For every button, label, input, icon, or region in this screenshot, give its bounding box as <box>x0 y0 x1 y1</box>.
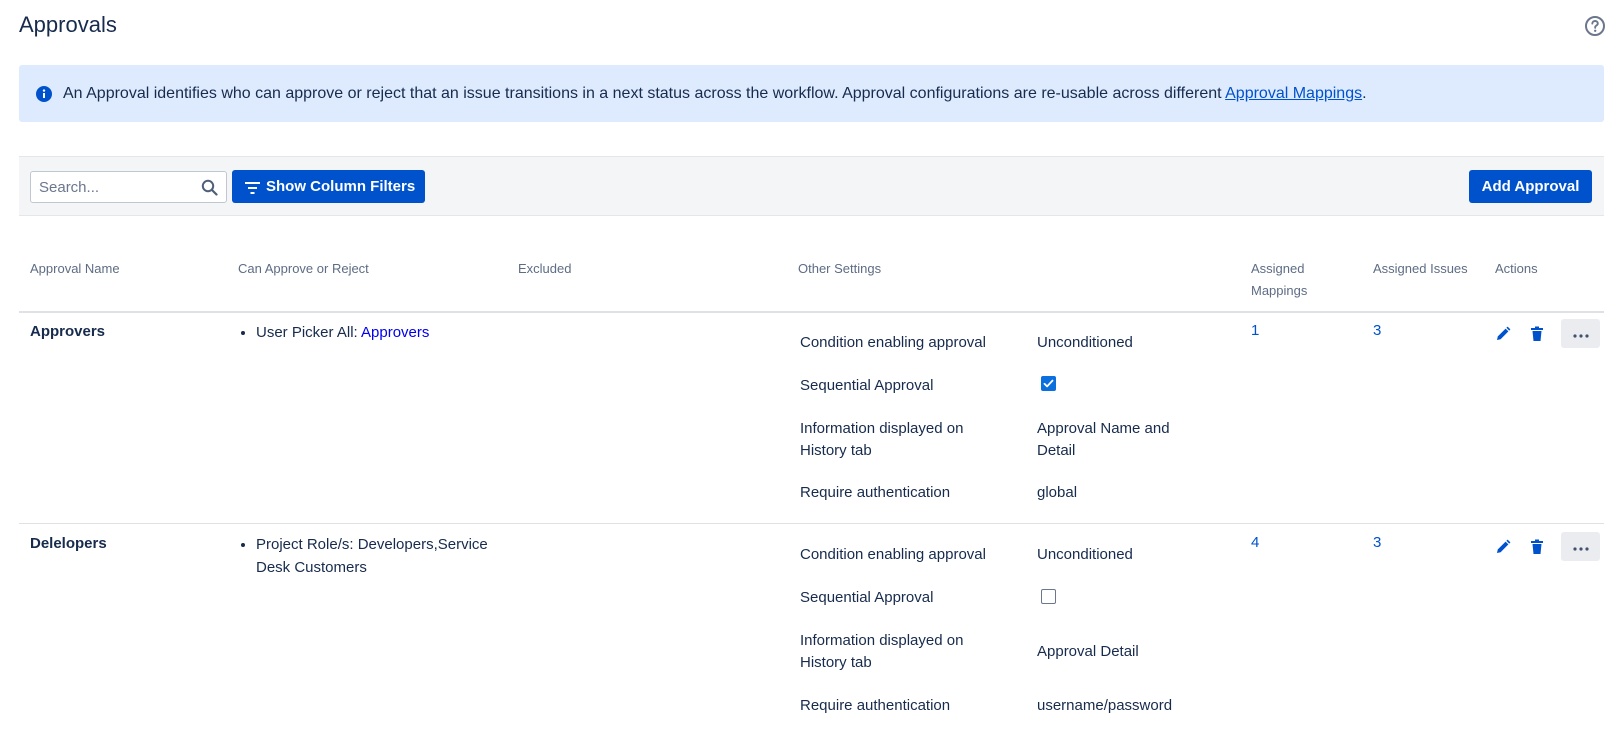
trash-icon[interactable] <box>1529 539 1545 555</box>
sequential-approval-checkbox[interactable] <box>1041 376 1056 391</box>
condition-value: Unconditioned <box>1037 546 1133 563</box>
info-displayed-value: Approval Name and Detail <box>1037 420 1170 459</box>
more-actions-button[interactable] <box>1561 532 1600 561</box>
page-title: Approvals <box>19 12 117 37</box>
approver-list: Project Role/s: Developers,ServiceDesk C… <box>236 533 506 579</box>
filter-icon <box>245 181 260 194</box>
approver-item: User Picker All: Approvers <box>256 321 506 344</box>
assigned-mappings-link[interactable]: 4 <box>1251 534 1259 551</box>
col-header-other-settings[interactable]: Other Settings <box>798 258 881 280</box>
show-column-filters-label: Show Column Filters <box>266 178 416 195</box>
help-icon[interactable] <box>1584 15 1606 37</box>
sequential-label: Sequential Approval <box>800 589 934 606</box>
col-header-can-approve[interactable]: Can Approve or Reject <box>238 258 369 280</box>
auth-value: global <box>1037 484 1078 501</box>
add-approval-button[interactable]: Add Approval <box>1469 170 1592 203</box>
assigned-issues-link[interactable]: 3 <box>1373 322 1381 339</box>
auth-label: Require authentication <box>800 484 951 501</box>
edit-icon[interactable] <box>1495 539 1511 555</box>
approval-name: Delelopers <box>30 535 107 552</box>
sequential-label: Sequential Approval <box>800 377 934 394</box>
info-displayed-label: Information displayed on History tab <box>800 420 964 459</box>
header-divider <box>19 311 1604 313</box>
auth-value: username/password <box>1037 697 1173 714</box>
col-header-assigned-issues[interactable]: Assigned Issues <box>1373 258 1468 280</box>
banner-text: An Approval identifies who can approve o… <box>63 84 1367 102</box>
approval-name: Approvers <box>30 323 106 340</box>
assigned-issues-link[interactable]: 3 <box>1373 534 1381 551</box>
more-icon <box>1572 325 1589 343</box>
toolbar: Show Column Filters Add Approval <box>19 156 1604 216</box>
show-column-filters-button[interactable]: Show Column Filters <box>232 170 425 203</box>
assigned-mappings-link[interactable]: 1 <box>1251 322 1259 339</box>
approver-item: Project Role/s: Developers,ServiceDesk C… <box>256 533 506 579</box>
more-icon <box>1572 538 1589 556</box>
more-actions-button[interactable] <box>1561 319 1600 348</box>
col-header-actions: Actions <box>1495 261 1538 276</box>
search-input[interactable] <box>37 172 197 202</box>
edit-icon[interactable] <box>1495 326 1511 342</box>
condition-label: Condition enabling approval <box>800 546 986 563</box>
col-header-approval-name[interactable]: Approval Name <box>30 258 120 280</box>
approver-list: User Picker All: Approvers <box>236 321 506 344</box>
info-banner: An Approval identifies who can approve o… <box>19 65 1604 122</box>
info-displayed-value: Approval Detail <box>1037 643 1139 660</box>
search-icon[interactable] <box>201 179 218 196</box>
condition-value: Unconditioned <box>1037 334 1133 351</box>
search-box <box>30 171 227 203</box>
info-displayed-label: Information displayed on History tab <box>800 632 964 671</box>
row-divider <box>19 523 1604 524</box>
sequential-approval-checkbox[interactable] <box>1041 589 1056 604</box>
auth-label: Require authentication <box>800 697 951 714</box>
col-header-excluded[interactable]: Excluded <box>518 258 571 280</box>
col-header-assigned-mappings[interactable]: Assigned Mappings <box>1251 258 1307 302</box>
approvers-link[interactable]: Approvers <box>361 324 429 341</box>
condition-label: Condition enabling approval <box>800 334 986 351</box>
approval-mappings-link[interactable]: Approval Mappings <box>1225 85 1362 102</box>
trash-icon[interactable] <box>1529 326 1545 342</box>
info-icon <box>36 85 52 102</box>
